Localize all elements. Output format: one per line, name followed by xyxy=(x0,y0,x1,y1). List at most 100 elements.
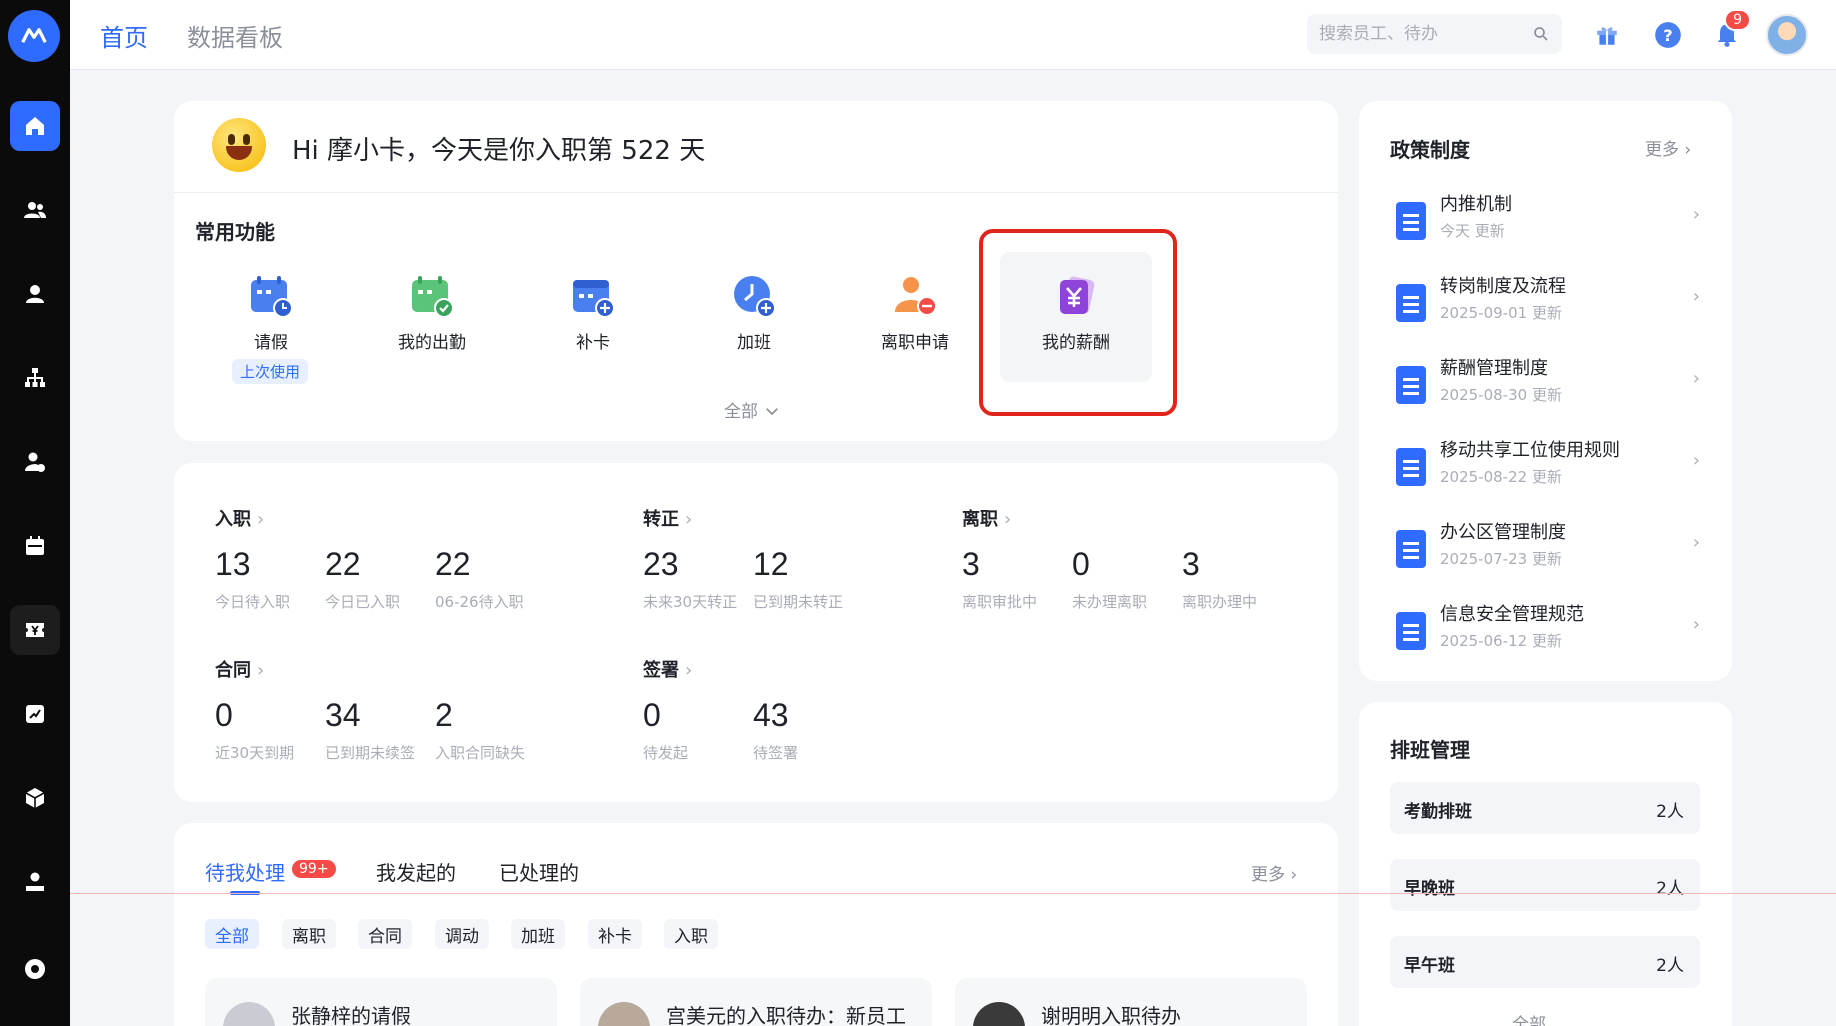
stat-item[interactable]: 0 待发起 xyxy=(643,697,688,763)
nav-person-settings-icon[interactable] xyxy=(10,437,60,487)
chevron-right-icon: › xyxy=(1692,368,1700,389)
nav-salary-icon[interactable] xyxy=(10,605,60,655)
chevron-right-icon: › xyxy=(257,660,265,681)
document-icon xyxy=(1396,284,1426,322)
stat-group-regular[interactable]: 转正 › xyxy=(643,505,692,531)
policy-item[interactable]: 薪酬管理制度 2025-08-30 更新 › xyxy=(1386,354,1702,424)
todo-item-card[interactable]: 谢明明入职待办 xyxy=(955,978,1307,1026)
policy-item[interactable]: 办公区管理制度 2025-07-23 更新 › xyxy=(1386,518,1702,588)
chevron-right-icon: › xyxy=(1692,450,1700,471)
chip-contract[interactable]: 合同 xyxy=(358,919,412,949)
avatar xyxy=(973,1002,1025,1026)
chip-makeup[interactable]: 补卡 xyxy=(588,919,642,949)
stat-item[interactable]: 3 离职审批中 xyxy=(962,546,1037,612)
chevron-right-icon: › xyxy=(1692,286,1700,307)
tab-todo-initiated[interactable]: 我发起的 xyxy=(376,857,456,886)
shift-item[interactable]: 考勤排班 2人 xyxy=(1390,782,1700,834)
nav-person-icon[interactable] xyxy=(10,269,60,319)
chevron-right-icon: › xyxy=(257,509,265,530)
stat-item[interactable]: 3 离职办理中 xyxy=(1182,546,1257,612)
nav-team-icon[interactable] xyxy=(10,185,60,235)
card-divider xyxy=(174,192,1338,193)
func-my-attendance[interactable]: 我的出勤 xyxy=(356,252,508,382)
expand-all-toggle[interactable]: 全部 xyxy=(724,397,781,422)
search-icon[interactable] xyxy=(1532,25,1550,43)
nav-calendar-icon[interactable] xyxy=(10,521,60,571)
document-icon xyxy=(1396,366,1426,404)
policy-item[interactable]: 内推机制 今天 更新 › xyxy=(1386,190,1702,260)
shift-item[interactable]: 早晚班 2人 xyxy=(1390,859,1700,911)
policy-item[interactable]: 移动共享工位使用规则 2025-08-22 更新 › xyxy=(1386,436,1702,506)
stat-group-contract[interactable]: 合同 › xyxy=(215,656,264,682)
calendar-plus-icon xyxy=(569,272,617,320)
todo-item-card[interactable]: 张静梓的请假 xyxy=(205,978,557,1026)
tab-todo-processed[interactable]: 已处理的 xyxy=(499,857,579,886)
stat-group-leave[interactable]: 离职 › xyxy=(962,505,1011,531)
chevron-right-icon: › xyxy=(685,509,693,530)
shift-all-link[interactable]: 全部 xyxy=(1512,1010,1546,1026)
policy-item[interactable]: 转岗制度及流程 2025-09-01 更新 › xyxy=(1386,272,1702,342)
stat-item[interactable]: 43 待签署 xyxy=(753,697,798,763)
app-logo-icon[interactable] xyxy=(8,10,60,62)
nav-report-icon[interactable] xyxy=(10,689,60,739)
chevron-right-icon: › xyxy=(1692,204,1700,225)
notification-count-badge: 9 xyxy=(1724,9,1751,31)
tab-home[interactable]: 首页 xyxy=(100,18,148,53)
chip-onboard[interactable]: 入职 xyxy=(664,919,718,949)
chip-overtime[interactable]: 加班 xyxy=(511,919,565,949)
stat-group-onboarding[interactable]: 入职 › xyxy=(215,505,264,531)
stat-item[interactable]: 22 06-26待入职 xyxy=(435,546,524,612)
stat-item[interactable]: 0 未办理离职 xyxy=(1072,546,1147,612)
chip-resign[interactable]: 离职 xyxy=(282,919,336,949)
chip-all[interactable]: 全部 xyxy=(205,919,259,949)
nav-org-icon[interactable] xyxy=(10,353,60,403)
stat-group-sign[interactable]: 签署 › xyxy=(643,656,692,682)
func-label: 补卡 xyxy=(576,333,610,353)
user-avatar[interactable] xyxy=(1766,14,1808,56)
last-used-tag: 上次使用 xyxy=(232,359,309,384)
document-icon xyxy=(1396,530,1426,568)
stat-item[interactable]: 23 未来30天转正 xyxy=(643,546,737,612)
stat-item[interactable]: 12 已到期未转正 xyxy=(753,546,843,612)
top-bar: 首页 数据看板 ? 9 xyxy=(70,0,1836,70)
chevron-right-icon: › xyxy=(1290,865,1298,885)
func-overtime[interactable]: 加班 xyxy=(678,252,830,382)
tab-dashboard[interactable]: 数据看板 xyxy=(187,18,283,53)
avatar xyxy=(223,1002,275,1026)
chip-transfer[interactable]: 调动 xyxy=(435,919,489,949)
func-make-up-clock[interactable]: 补卡 xyxy=(517,252,669,382)
calendar-check-icon xyxy=(408,272,456,320)
avatar xyxy=(598,1002,650,1026)
shift-title: 排班管理 xyxy=(1390,738,1470,762)
selection-highlight xyxy=(979,229,1177,416)
stat-item[interactable]: 2 入职合同缺失 xyxy=(435,697,525,763)
help-icon[interactable]: ? xyxy=(1650,17,1686,53)
nav-settings-icon[interactable] xyxy=(10,944,60,994)
policy-more-link[interactable]: 更多 › xyxy=(1645,135,1691,160)
nav-home-icon[interactable] xyxy=(10,101,60,151)
stat-item[interactable]: 34 已到期未续签 xyxy=(325,697,415,763)
clock-plus-icon xyxy=(730,272,778,320)
notification-bell-icon[interactable]: 9 xyxy=(1709,9,1751,53)
stat-item[interactable]: 0 近30天到期 xyxy=(215,697,294,763)
search-box xyxy=(1307,14,1562,54)
todo-item-card[interactable]: 宫美元的入职待办：新员工 xyxy=(580,978,932,1026)
tab-todo-mine[interactable]: 待我处理 xyxy=(205,857,285,886)
shift-item[interactable]: 早午班 2人 xyxy=(1390,936,1700,988)
policy-item[interactable]: 信息安全管理规范 2025-06-12 更新 › xyxy=(1386,600,1702,670)
chevron-right-icon: › xyxy=(1692,614,1700,635)
stat-item[interactable]: 22 今日已入职 xyxy=(325,546,400,612)
document-icon xyxy=(1396,202,1426,240)
func-resignation[interactable]: 离职申请 xyxy=(839,252,991,382)
func-label: 加班 xyxy=(737,333,771,353)
expand-all-label: 全部 xyxy=(724,402,758,422)
greeting-text: Hi 摩小卡，今天是你入职第 522 天 xyxy=(292,136,706,166)
chevron-right-icon: › xyxy=(1692,532,1700,553)
todo-more-link[interactable]: 更多 › xyxy=(1251,860,1297,885)
gift-icon[interactable] xyxy=(1589,17,1625,53)
nav-box-icon[interactable] xyxy=(10,773,60,823)
person-minus-icon xyxy=(891,272,939,320)
stat-item[interactable]: 13 今日待入职 xyxy=(215,546,290,612)
nav-user-badge-icon[interactable] xyxy=(10,857,60,907)
search-input[interactable] xyxy=(1319,24,1529,44)
